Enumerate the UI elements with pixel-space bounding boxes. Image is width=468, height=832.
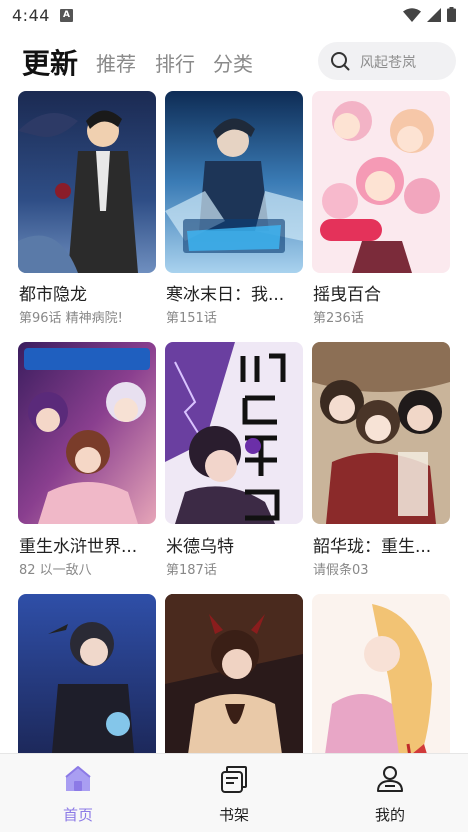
- bottom-nav: 首页 书架 我的: [0, 753, 468, 832]
- comic-cover[interactable]: [165, 594, 303, 753]
- comic-subtitle: 第236话: [313, 311, 364, 326]
- tab-recommend[interactable]: 推荐: [96, 48, 136, 77]
- comic-subtitle: 第96话 精神病院!: [19, 311, 123, 326]
- nav-label-home: 首页: [62, 806, 93, 824]
- nav-item-profile[interactable]: 我的: [330, 754, 450, 832]
- comic-cover[interactable]: [18, 594, 156, 753]
- comic-title: 摇曳百合: [313, 285, 381, 305]
- comic-cover[interactable]: [312, 91, 450, 273]
- comic-title: 米德乌特: [166, 537, 234, 557]
- profile-icon: [375, 764, 405, 794]
- battery-icon: [447, 7, 456, 26]
- comic-title: 都市隐龙: [19, 285, 87, 305]
- comic-title: 寒冰末日：我...: [166, 285, 285, 305]
- nav-item-bookshelf[interactable]: 书架: [174, 754, 294, 832]
- status-icons: [403, 7, 456, 26]
- search-icon: [330, 51, 350, 75]
- comic-subtitle: 请假条03: [313, 563, 369, 578]
- home-icon: [63, 764, 93, 794]
- status-bar: 4:44 A: [0, 0, 468, 32]
- nav-label-profile: 我的: [374, 806, 405, 824]
- tab-category[interactable]: 分类: [213, 48, 253, 77]
- a-letter-icon: A: [60, 9, 73, 22]
- nav-item-home[interactable]: 首页: [18, 754, 138, 832]
- status-time: 4:44: [12, 6, 50, 25]
- comic-title: 重生水浒世界...: [19, 537, 138, 557]
- tab-ranking[interactable]: 排行: [155, 48, 195, 77]
- comic-cover[interactable]: [312, 342, 450, 524]
- signal-icon: [427, 7, 441, 26]
- comic-cover[interactable]: [312, 594, 450, 753]
- comic-subtitle: 82 以一敌八: [19, 563, 92, 578]
- comic-cover[interactable]: [165, 342, 303, 524]
- bookshelf-icon: [219, 764, 249, 794]
- comic-cover[interactable]: [18, 342, 156, 524]
- tab-update[interactable]: 更新: [22, 42, 78, 82]
- search-placeholder: 风起苍岚: [360, 55, 416, 71]
- search-input[interactable]: 风起苍岚: [318, 42, 456, 80]
- comic-subtitle: 第151话: [166, 311, 217, 326]
- comic-cover[interactable]: [18, 91, 156, 273]
- comic-grid: 都市隐龙 第96话 精神病院! 寒冰末日：我... 第151话 摇曳百合 第23…: [0, 90, 468, 753]
- nav-label-bookshelf: 书架: [218, 806, 249, 824]
- wifi-icon: [403, 7, 421, 26]
- comic-cover[interactable]: [165, 91, 303, 273]
- comic-subtitle: 第187话: [166, 563, 217, 578]
- header: 更新 推荐 排行 分类 风起苍岚: [0, 32, 468, 90]
- comic-title: 韶华珑：重生...: [313, 537, 432, 557]
